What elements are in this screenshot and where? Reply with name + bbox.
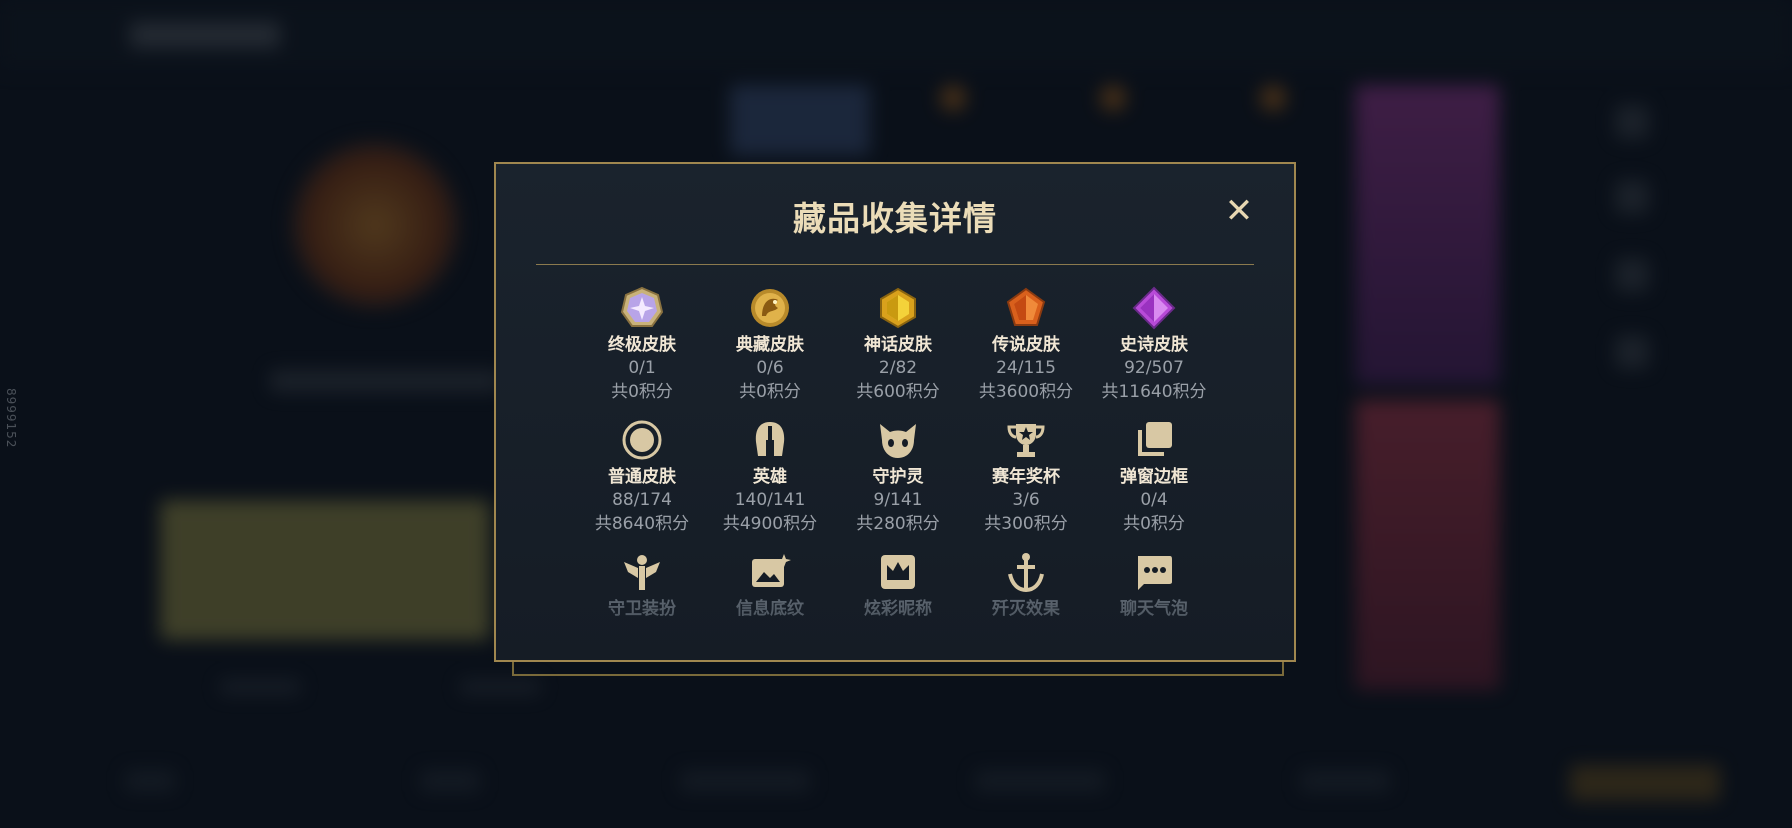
item-count: 0/1: [628, 358, 656, 378]
popup-frame-icon: [1138, 422, 1172, 456]
item-count: 88/174: [612, 490, 672, 510]
item-name: 终极皮肤: [608, 335, 676, 355]
prestige-skin-icon: [751, 289, 789, 327]
champion-helmet-icon: [755, 422, 785, 456]
bg-side-button: [1615, 335, 1649, 369]
ultimate-skin-icon: [620, 286, 664, 327]
collection-item-ward-skin[interactable]: 守卫装扮: [578, 550, 706, 620]
side-id-text: 8999152: [4, 388, 18, 449]
bg-dot: [1260, 85, 1286, 111]
bg-footer-item: [975, 770, 1105, 792]
item-count: 140/141: [734, 490, 806, 510]
epic-skin-icon: [1132, 286, 1176, 330]
item-points: 共0积分: [611, 382, 673, 402]
bg-dot: [940, 85, 966, 111]
collection-item-mythic[interactable]: 神话皮肤 2/82 共600积分: [834, 286, 962, 404]
bg-dot: [1100, 85, 1126, 111]
bg-player-name: [270, 370, 500, 392]
item-name: 炫彩昵称: [864, 599, 932, 619]
collection-item-guardian[interactable]: 守护灵 9/141 共280积分: [834, 418, 962, 536]
item-count: 24/115: [996, 358, 1056, 378]
bg-footer-item: [680, 770, 810, 792]
item-name: 信息底纹: [736, 599, 804, 619]
item-name: 普通皮肤: [608, 467, 676, 487]
item-points: 共8640积分: [594, 514, 690, 534]
item-count: 9/141: [873, 490, 923, 510]
collection-row: 守卫装扮 信息底纹 炫彩昵称 歼灭效果 聊天气泡: [496, 550, 1294, 670]
item-points: 共300积分: [984, 514, 1068, 534]
item-count: 2/82: [878, 358, 918, 378]
trophy-icon: [1007, 424, 1045, 457]
item-name: 史诗皮肤: [1120, 335, 1188, 355]
collection-item-prestige[interactable]: 典藏皮肤 0/6 共0积分: [706, 286, 834, 404]
legendary-skin-icon: [1006, 287, 1046, 326]
item-points: 共0积分: [1123, 514, 1185, 534]
item-name: 歼灭效果: [992, 599, 1060, 619]
banner-pattern-icon: [752, 554, 791, 587]
bg-footer-item: [420, 770, 480, 792]
item-name: 英雄: [753, 467, 787, 487]
collection-item-popup-frame[interactable]: 弹窗边框 0/4 共0积分: [1090, 418, 1218, 536]
bg-strip: [730, 85, 870, 155]
collection-item-trophy[interactable]: 赛年奖杯 3/6 共300积分: [962, 418, 1090, 536]
ward-skin-icon: [624, 555, 660, 590]
item-name: 神话皮肤: [864, 335, 932, 355]
collection-item-common[interactable]: 普通皮肤 88/174 共8640积分: [578, 418, 706, 536]
bg-side-button: [1615, 258, 1649, 292]
bg-poster: [1355, 400, 1500, 690]
bg-tab: [460, 680, 540, 694]
collection-item-chat-bubble[interactable]: 聊天气泡: [1090, 550, 1218, 620]
guardian-spirit-icon: [880, 424, 916, 458]
collection-item-ultimate[interactable]: 终极皮肤 0/1 共0积分: [578, 286, 706, 404]
item-name: 守护灵: [872, 467, 924, 487]
bg-footer-item: [1300, 770, 1390, 792]
collection-details-modal: 藏品收集详情 ✕ 终极皮肤 0/1 共0积分 典藏皮肤 0/6 共0积分 神话皮…: [494, 162, 1296, 662]
common-skin-icon: [622, 420, 662, 460]
bg-footer-item: [125, 770, 175, 792]
item-name: 弹窗边框: [1120, 467, 1188, 487]
crown-nickname-icon: [881, 555, 915, 589]
bg-side-button: [1615, 180, 1649, 214]
collection-item-nickname[interactable]: 炫彩昵称: [834, 550, 962, 620]
item-name: 守卫装扮: [608, 599, 676, 619]
bg-footer-button: [1570, 765, 1720, 801]
modal-title: 藏品收集详情: [793, 199, 997, 238]
collection-row: 普通皮肤 88/174 共8640积分 英雄 140/141 共4900积分 守…: [496, 418, 1294, 538]
collection-item-champion[interactable]: 英雄 140/141 共4900积分: [706, 418, 834, 536]
annihilate-effect-icon: [1008, 553, 1044, 593]
item-name: 典藏皮肤: [736, 335, 804, 355]
bg-card: [160, 500, 490, 640]
item-count: 3/6: [1012, 490, 1040, 510]
collection-item-annihilate[interactable]: 歼灭效果: [962, 550, 1090, 620]
item-points: 共600积分: [856, 382, 940, 402]
item-count: 0/6: [756, 358, 784, 378]
collection-row: 终极皮肤 0/1 共0积分 典藏皮肤 0/6 共0积分 神话皮肤 2/82 共6…: [496, 286, 1294, 406]
mythic-skin-icon: [880, 287, 916, 329]
bg-side-button: [1615, 105, 1649, 139]
close-button[interactable]: ✕: [1222, 194, 1256, 228]
item-name: 赛年奖杯: [992, 467, 1060, 487]
item-points: 共4900积分: [722, 514, 818, 534]
chat-bubble-icon: [1138, 556, 1172, 590]
bg-poster: [1355, 85, 1500, 385]
item-count: 0/4: [1140, 490, 1168, 510]
item-points: 共11640积分: [1101, 382, 1207, 402]
item-count: 92/507: [1124, 358, 1184, 378]
collection-item-banner-pattern[interactable]: 信息底纹: [706, 550, 834, 620]
title-divider: [536, 264, 1254, 265]
bg-tab: [220, 680, 300, 694]
bg-logo: [130, 22, 280, 48]
bg-avatar: [290, 140, 460, 310]
collection-item-legendary[interactable]: 传说皮肤 24/115 共3600积分: [962, 286, 1090, 404]
collection-item-epic[interactable]: 史诗皮肤 92/507 共11640积分: [1090, 286, 1218, 404]
item-name: 传说皮肤: [992, 335, 1060, 355]
item-points: 共0积分: [739, 382, 801, 402]
item-name: 聊天气泡: [1120, 599, 1188, 619]
item-points: 共3600积分: [978, 382, 1074, 402]
item-points: 共280积分: [856, 514, 940, 534]
